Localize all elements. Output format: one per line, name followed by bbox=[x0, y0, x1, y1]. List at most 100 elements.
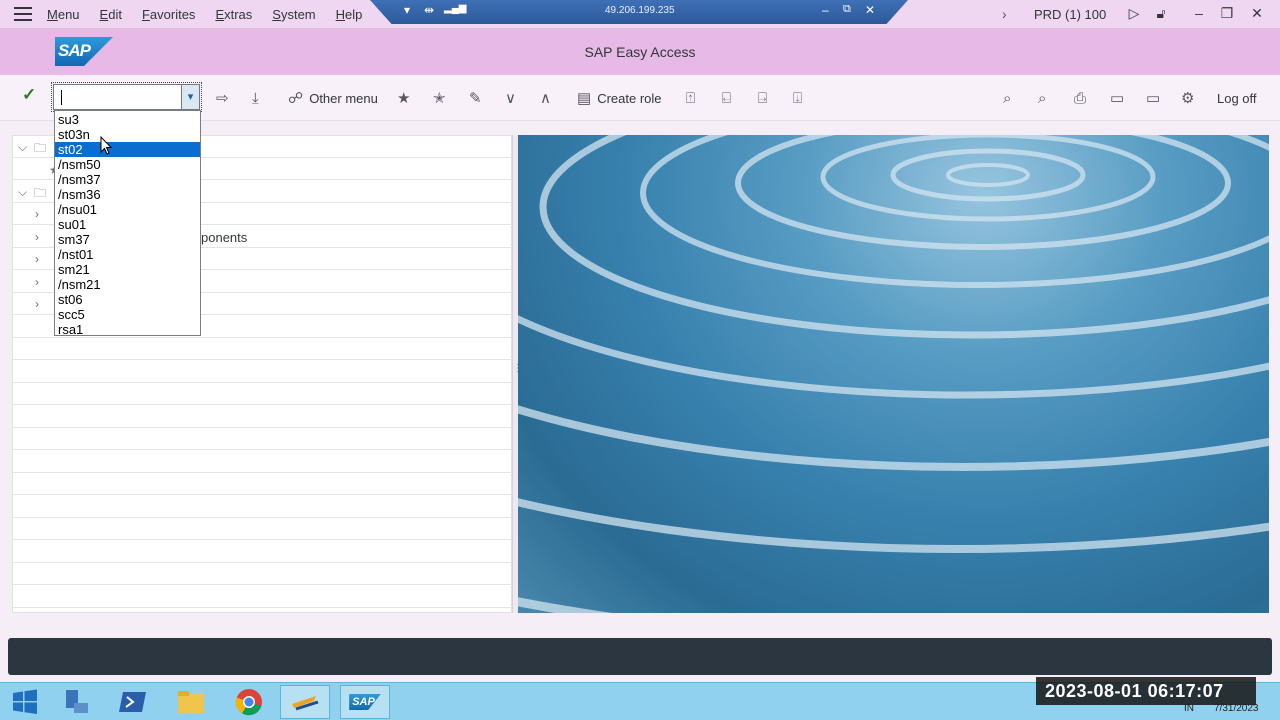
list-item-selected[interactable]: st02 bbox=[55, 142, 200, 157]
chevron-right-icon[interactable]: › bbox=[35, 207, 39, 221]
taskbar-date[interactable]: 7/31/2023 bbox=[1214, 703, 1259, 714]
enter-check-icon[interactable]: ✓ bbox=[22, 85, 36, 105]
powershell-icon[interactable] bbox=[108, 685, 158, 719]
command-history-dropdown: su3 st03n st02 /nsm50 /nsm37 /nsm36 /nsu… bbox=[54, 110, 201, 337]
file-explorer-icon[interactable] bbox=[166, 685, 216, 719]
log-off-button[interactable]: Log off bbox=[1217, 88, 1257, 108]
chrome-icon[interactable] bbox=[224, 685, 274, 719]
create-role-label: Create role bbox=[597, 90, 662, 106]
folder-icon[interactable]: ⇨ bbox=[216, 88, 235, 108]
minimize-icon[interactable]: – bbox=[1190, 5, 1208, 23]
tree-node-label[interactable]: ponents bbox=[201, 230, 247, 245]
chevron-right-icon[interactable]: › bbox=[35, 252, 39, 266]
tree-row bbox=[13, 496, 513, 518]
system-name: PRD (1) 100 bbox=[1034, 7, 1107, 22]
sap-gui-taskbar-button[interactable]: SAP bbox=[340, 685, 390, 719]
server-manager-icon[interactable] bbox=[52, 685, 102, 719]
tree-row bbox=[13, 518, 513, 540]
language-indicator[interactable]: IN bbox=[1184, 703, 1194, 714]
search-next-icon[interactable]: ⌕ bbox=[1038, 88, 1052, 108]
menu-items: Menu Edit Favorites Extras System Help bbox=[47, 7, 382, 22]
list-item[interactable]: /nsu01 bbox=[55, 202, 200, 217]
create-role-icon: ▤ bbox=[577, 90, 592, 107]
list-item[interactable]: su3 bbox=[55, 112, 200, 127]
list-item[interactable]: sm37 bbox=[55, 232, 200, 247]
shortcut-icon[interactable]: ▭ bbox=[1146, 88, 1166, 108]
lock-icon[interactable]: 🔓︎ bbox=[1152, 5, 1170, 23]
tree-row bbox=[13, 563, 513, 585]
remote-connection-bar: ▾ ⇹ ▂▄▆ 49.206.199.235 – ⧉ ✕ bbox=[370, 0, 908, 24]
chevron-down-icon[interactable]: ⌵ bbox=[18, 140, 27, 155]
list-item[interactable]: rsa1 bbox=[55, 322, 200, 337]
close-remote-icon[interactable]: ✕ bbox=[865, 3, 875, 17]
timestamp-overlay: 2023-08-01 06:17:07 bbox=[1036, 677, 1256, 705]
create-role-button[interactable]: ▤ Create role bbox=[577, 88, 662, 108]
add-favorite-icon[interactable]: ★ bbox=[397, 88, 416, 108]
chevron-right-icon[interactable]: › bbox=[35, 297, 39, 311]
edit-pencil-icon[interactable]: ✎ bbox=[469, 88, 488, 108]
chevron-down-icon[interactable]: ▾ bbox=[181, 85, 199, 109]
settings-icon[interactable]: ⚙ bbox=[1181, 88, 1200, 108]
command-input[interactable] bbox=[59, 88, 177, 106]
tree-row bbox=[13, 473, 513, 495]
page-title: SAP Easy Access bbox=[584, 44, 696, 60]
list-item[interactable]: /nsm37 bbox=[55, 172, 200, 187]
menu-help[interactable]: Help bbox=[336, 7, 363, 22]
documentation-icon[interactable]: ⍇ bbox=[722, 88, 737, 108]
upload-icon[interactable]: ⍈ bbox=[758, 88, 773, 108]
assign-user-icon[interactable]: ⍐ bbox=[686, 88, 701, 108]
list-item[interactable]: scc5 bbox=[55, 307, 200, 322]
new-session-icon[interactable]: ▭ bbox=[1110, 88, 1130, 108]
list-item[interactable]: su01 bbox=[55, 217, 200, 232]
chevron-right-icon[interactable]: › bbox=[35, 275, 39, 289]
command-field[interactable]: ▾ bbox=[51, 82, 202, 112]
search-icon[interactable]: ⌕ bbox=[1003, 88, 1017, 108]
minimize-remote-icon[interactable]: – bbox=[822, 3, 829, 17]
tree-row bbox=[13, 406, 513, 428]
list-item[interactable]: st03n bbox=[55, 127, 200, 142]
menu-extras[interactable]: Extras bbox=[215, 7, 252, 22]
title-bar: SAP SAP Easy Access bbox=[0, 29, 1280, 75]
sap-logon-icon[interactable] bbox=[280, 685, 330, 719]
hierarchy-icon: ☍ bbox=[288, 90, 304, 107]
menu-favorites[interactable]: Favorites bbox=[142, 7, 195, 22]
maximize-icon[interactable]: ❐ bbox=[1218, 5, 1236, 23]
easy-access-background-image bbox=[518, 135, 1269, 613]
list-item[interactable]: sm21 bbox=[55, 262, 200, 277]
list-item[interactable]: st06 bbox=[55, 292, 200, 307]
pin-icon[interactable]: ▾ bbox=[404, 3, 410, 17]
list-item[interactable]: /nsm50 bbox=[55, 157, 200, 172]
menu-menu[interactable]: Menu bbox=[47, 7, 80, 22]
download-icon[interactable]: ⤓ bbox=[252, 88, 265, 108]
list-item[interactable]: /nst01 bbox=[55, 247, 200, 262]
menu-system[interactable]: System bbox=[272, 7, 315, 22]
play-icon[interactable]: ▷ bbox=[1125, 5, 1143, 23]
status-bar bbox=[8, 638, 1272, 675]
tree-row bbox=[13, 451, 513, 473]
move-up-icon[interactable]: ∧ bbox=[540, 88, 557, 108]
chevron-down-icon[interactable]: ⌵ bbox=[18, 185, 27, 200]
chevron-right-icon[interactable]: › bbox=[1002, 6, 1007, 22]
connection-icon[interactable]: ⇹ bbox=[424, 3, 434, 17]
tree-row bbox=[13, 586, 513, 608]
folder-icon: 🗀︎ bbox=[34, 141, 47, 155]
list-item[interactable]: /nsm36 bbox=[55, 187, 200, 202]
tree-row bbox=[13, 361, 513, 383]
other-menu-label: Other menu bbox=[309, 90, 378, 106]
windows-start-icon[interactable] bbox=[0, 685, 50, 719]
water-ripple-graphic bbox=[518, 135, 1269, 613]
hamburger-menu-icon[interactable] bbox=[14, 7, 32, 22]
close-icon[interactable]: ✕ bbox=[1248, 5, 1266, 23]
restore-remote-icon[interactable]: ⧉ bbox=[843, 3, 851, 16]
print-icon[interactable]: ⎙ bbox=[1074, 88, 1092, 108]
menu-edit[interactable]: Edit bbox=[100, 7, 122, 22]
delete-favorite-icon[interactable]: ✭ bbox=[433, 88, 452, 108]
mouse-cursor-icon bbox=[100, 136, 112, 155]
move-down-icon[interactable]: ∨ bbox=[505, 88, 522, 108]
list-item[interactable]: /nsm21 bbox=[55, 277, 200, 292]
download-role-icon[interactable]: ⍗ bbox=[793, 88, 808, 108]
signal-icon: ▂▄▆ bbox=[444, 3, 467, 14]
other-menu-button[interactable]: ☍ Other menu bbox=[288, 88, 378, 108]
chevron-right-icon[interactable]: › bbox=[35, 230, 39, 244]
tree-row bbox=[13, 428, 513, 450]
